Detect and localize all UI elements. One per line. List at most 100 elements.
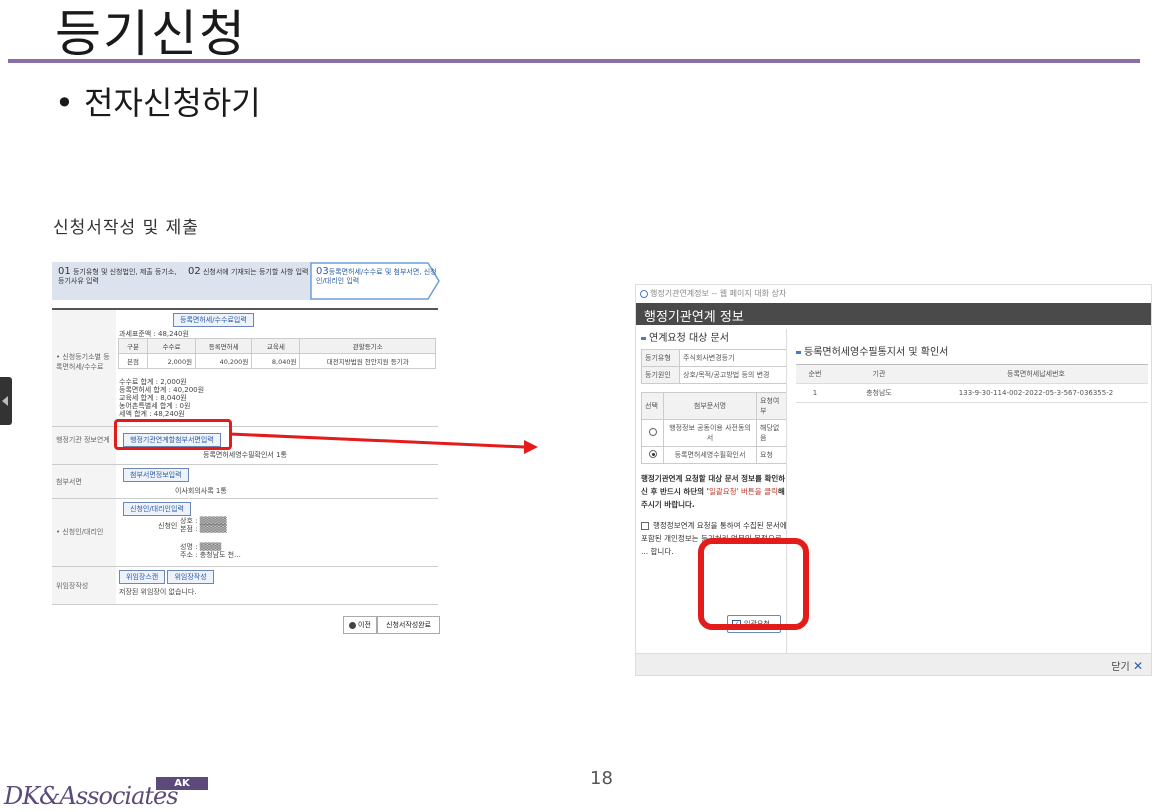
dialog-footer: 닫기 ✕: [636, 653, 1151, 675]
doc-status: 해당없음: [756, 419, 787, 447]
fee-header: 구분: [118, 338, 148, 354]
fee-cell: 8,040원: [251, 353, 301, 369]
close-icon: ✕: [1132, 659, 1143, 673]
fee-cell: 대전지방법원 천안지원 등기과: [299, 353, 436, 369]
consent-checkbox[interactable]: [641, 522, 649, 530]
fee-summary-line: 농어촌특별세 합계 : 0원: [119, 402, 191, 410]
prev-button[interactable]: 이전: [343, 616, 377, 634]
page-number: 18: [590, 768, 613, 789]
agent-line: 성명 : ▒▒▒▒: [180, 543, 222, 551]
linked-docs-panel: 연계요청 대상 문서 등기유형 주식회사변경등기 등기원인 상호/목적/공고방법 등…: [641, 329, 787, 633]
delegation-value: 저장된 위임장이 없습니다.: [119, 588, 197, 596]
note-highlight: 일괄요청' 버튼을 클릭: [708, 487, 778, 496]
doc-header: 선택: [641, 392, 664, 420]
linked-docs-title: 연계요청 대상 문서: [641, 329, 787, 344]
applicant-line: 본점 : ▒▒▒▒▒: [180, 525, 227, 533]
receipt-panel: 등록면허세영수필통지서 및 확인서 순번 기관 등록면허세납세번호 1 충청남도…: [796, 343, 1148, 403]
complete-button[interactable]: 신청서작성완료: [377, 616, 441, 634]
attach-cell: 첨부서면정보입력 이사회의사록 1통: [116, 465, 438, 498]
fee-table: 구분 수수료 등록면허세 교육세 관할등기소 본점 2,000원 40,200원…: [118, 338, 436, 369]
reg-reason-value: 상호/목적/공고방법 등의 변경: [679, 366, 787, 384]
step-3-number: 03: [316, 266, 329, 277]
doc-name: 행정정보 공동이용 사전동의서: [663, 419, 757, 447]
step-1-label: 등기유형 및 신청법인, 제출 등기소, 등기사유 입력: [58, 268, 177, 285]
attach-label: 첨부서면: [52, 465, 116, 498]
dialog-window-title: 행정기관연계정보 -- 웹 페이지 대화 상자: [636, 285, 1151, 303]
delegation-scan-button[interactable]: 위임장스캔: [119, 570, 166, 584]
slide-title: 등기신청: [55, 5, 247, 63]
applicant-label: • 신청인/대리인: [52, 499, 116, 566]
receipt-header: 순번: [796, 364, 834, 384]
fee-cell: 본점: [118, 353, 148, 369]
delegation-cell: 위임장스캔 위임장작성 저장된 위임장이 없습니다.: [116, 567, 438, 604]
receipt-cell: 충청남도: [834, 383, 924, 403]
fee-input-button[interactable]: 등록면허세/수수료입력: [173, 313, 254, 327]
close-button[interactable]: 닫기 ✕: [1111, 658, 1143, 673]
doc-name: 등록면허세영수필확인서: [663, 446, 757, 464]
fee-header: 등록면허세: [195, 338, 253, 354]
ie-icon: [640, 289, 648, 298]
receipt-cell: 1: [796, 383, 834, 403]
close-label: 닫기: [1111, 662, 1130, 673]
table-row[interactable]: 1 충청남도 133-9-30-114-002-2022-05-3-567-03…: [796, 383, 1148, 403]
fee-summary: 수수료 합계 : 2,000원 등록면허세 합계 : 40,200원 교육세 합…: [119, 378, 204, 418]
fee-summary-line: 수수료 합계 : 2,000원: [119, 378, 187, 386]
fee-label: • 신청등기소별 등록면허세/수수료: [52, 310, 116, 426]
receipt-header: 기관: [834, 364, 924, 384]
doc-header: 요청여부: [756, 392, 787, 420]
doc-radio[interactable]: [648, 428, 657, 436]
applicant-row: • 신청인/대리인 신청인/대리인입력 신청인 상호 : ▒▒▒▒▒ 본점 : …: [52, 499, 438, 567]
arrow-connector: [229, 432, 538, 454]
attach-row: 첨부서면 첨부서면정보입력 이사회의사록 1통: [52, 465, 438, 499]
fee-cell: 40,200원: [195, 353, 253, 369]
side-collapse-handle[interactable]: [0, 377, 12, 425]
dialog-header: 행정기관연계 정보: [636, 303, 1151, 325]
fee-row: • 신청등기소별 등록면허세/수수료 등록면허세/수수료입력 과세표준액 : 4…: [52, 310, 438, 427]
step-indicator: 01 등기유형 및 신청법인, 제출 등기소, 등기사유 입력 02 신청서에 …: [52, 262, 440, 300]
reg-type-value: 주식회사변경등기: [679, 349, 787, 367]
company-logo-badge: AK: [156, 777, 208, 790]
doc-header: 첨부문서명: [663, 392, 757, 420]
delegation-label: 위임장작성: [52, 567, 116, 604]
applicant-info: 상호 : ▒▒▒▒▒ 본점 : ▒▒▒▒▒: [180, 517, 227, 533]
delegation-row: 위임장작성 위임장스캔 위임장작성 저장된 위임장이 없습니다.: [52, 567, 438, 605]
doc-radio-selected[interactable]: [648, 450, 657, 458]
prev-button-label: 이전: [358, 621, 371, 629]
applicant-role: 신청인: [158, 522, 178, 530]
title-divider: [8, 59, 1140, 63]
highlight-box-admin-link: [114, 419, 232, 450]
applicant-cell: 신청인/대리인입력 신청인 상호 : ▒▒▒▒▒ 본점 : ▒▒▒▒▒ 성명 :…: [116, 499, 438, 566]
fee-cell: 2,000원: [146, 353, 197, 369]
prev-icon: [349, 621, 356, 629]
receipt-title: 등록면허세영수필통지서 및 확인서: [796, 343, 1148, 358]
applicant-line: 상호 : ▒▒▒▒▒: [180, 517, 227, 525]
applicant-input-button[interactable]: 신청인/대리인입력: [123, 502, 191, 516]
company-logo-script: DK&Associates: [4, 782, 179, 810]
fee-summary-line: 교육세 합계 : 8,040원: [119, 394, 187, 402]
bullet-heading: • 전자신청하기: [55, 84, 261, 122]
fee-header: 교육세: [251, 338, 301, 354]
fee-summary-line: 세액 합계 : 48,240원: [119, 410, 185, 418]
fee-header: 관할등기소: [299, 338, 436, 354]
doc-status: 요청: [756, 446, 787, 464]
step-1-number: 01: [58, 266, 71, 277]
step-2-label: 신청서에 기재되는 등기할 사항 입력: [202, 268, 309, 276]
step-2[interactable]: 02 신청서에 기재되는 등기할 사항 입력: [182, 262, 312, 300]
highlight-box-bulk-request: [698, 538, 809, 630]
step-3-active[interactable]: 03등록면허세/수수료 및 첨부서면, 신청인/대리인 입력: [310, 262, 440, 300]
agent-info: 성명 : ▒▒▒▒ 주소 : 충청남도 천...: [180, 543, 241, 559]
receipt-cell: 133-9-30-114-002-2022-05-3-567-036355-2: [924, 383, 1148, 403]
instruction-note: 행정기관연계 요청할 대상 문서 정보를 확인하신 후 반드시 하단의 '일괄요…: [641, 472, 787, 511]
attach-value: 이사회의사록 1통: [175, 487, 227, 495]
delegation-write-button[interactable]: 위임장작성: [167, 570, 214, 584]
step-1[interactable]: 01 등기유형 및 신청법인, 제출 등기소, 등기사유 입력: [52, 262, 182, 300]
doc-table: 선택 첨부문서명 요청여부 행정정보 공동이용 사전동의서 해당없음 등록면허세…: [641, 392, 787, 464]
step-2-number: 02: [188, 266, 201, 277]
receipt-table: 순번 기관 등록면허세납세번호 1 충청남도 133-9-30-114-002-…: [796, 364, 1148, 403]
reg-reason-label: 등기원인: [641, 366, 680, 384]
window-title-text: 행정기관연계정보 -- 웹 페이지 대화 상자: [650, 289, 787, 298]
receipt-header: 등록면허세납세번호: [924, 364, 1148, 384]
attach-input-button[interactable]: 첨부서면정보입력: [123, 468, 189, 482]
admin-link-label: 행정기관 정보연계: [52, 427, 116, 464]
agent-line: 주소 : 충청남도 천...: [180, 551, 241, 559]
